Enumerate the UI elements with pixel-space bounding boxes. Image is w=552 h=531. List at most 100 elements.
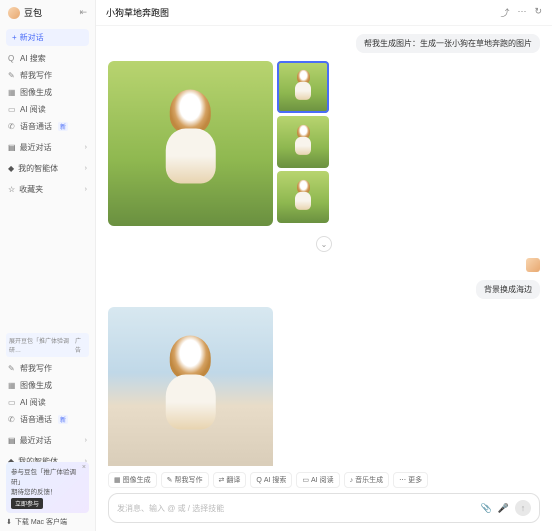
chip-label: 帮我写作 bbox=[175, 475, 203, 485]
generated-image-beach[interactable] bbox=[108, 307, 273, 466]
app-title: 豆包 bbox=[24, 6, 42, 19]
item-icon: Q bbox=[8, 54, 16, 63]
sidebar-item[interactable]: ▤最近对话› bbox=[0, 139, 95, 156]
chevron-right-icon: › bbox=[85, 165, 87, 172]
skill-chip[interactable]: ▭AI 阅读 bbox=[296, 472, 339, 488]
item-label: AI 阅读 bbox=[20, 397, 46, 408]
user-message-2: 背景换成海边 bbox=[108, 280, 540, 299]
item-icon: ✎ bbox=[8, 71, 16, 80]
skill-chip[interactable]: ⇄翻译 bbox=[213, 472, 247, 488]
chip-icon: ♪ bbox=[350, 477, 354, 484]
item-icon: ▭ bbox=[8, 105, 16, 114]
promo-button[interactable]: 立即参与 bbox=[11, 498, 43, 509]
chip-label: 更多 bbox=[408, 475, 422, 485]
sidebar-item[interactable]: ✎ 帮我写作 bbox=[0, 360, 95, 377]
share-icon[interactable]: ⤴ bbox=[500, 6, 509, 19]
download-icon: ⬇ bbox=[6, 518, 12, 526]
user-bubble: 帮我生成图片：生成一张小狗在草地奔跑的图片 bbox=[356, 34, 540, 53]
sidebar-item[interactable]: ✎ 帮我写作 bbox=[0, 67, 95, 84]
top-icons: ⤴ ⋯ ↻ bbox=[500, 6, 542, 19]
chip-icon: ▦ bbox=[114, 476, 121, 484]
chat-area: 帮我生成图片：生成一张小狗在草地奔跑的图片 ⌄ 背景换成海边 ⎘ ⬇ ✂ ↻ bbox=[96, 26, 552, 466]
item-label: 帮我写作 bbox=[20, 363, 52, 374]
skill-chip[interactable]: ▦图像生成 bbox=[108, 472, 157, 488]
chevron-right-icon: › bbox=[85, 144, 87, 151]
collapse-icon[interactable]: ⇤ bbox=[79, 7, 87, 18]
user-message: 帮我生成图片：生成一张小狗在草地奔跑的图片 bbox=[108, 34, 540, 53]
chip-icon: ✎ bbox=[167, 476, 173, 484]
user-avatar-small bbox=[526, 258, 540, 272]
ad-text: 展开豆包「推广体验调研… bbox=[9, 336, 75, 354]
ad-flag: 广告 bbox=[75, 336, 86, 354]
user-message-2-row bbox=[108, 258, 540, 272]
item-icon: ☆ bbox=[8, 185, 15, 194]
item-label: 帮我写作 bbox=[20, 70, 52, 81]
page-title: 小狗草地奔跑图 bbox=[106, 6, 169, 19]
sidebar-ad[interactable]: 展开豆包「推广体验调研… 广告 bbox=[6, 333, 89, 357]
chip-icon: ▭ bbox=[302, 476, 309, 484]
item-icon: ◆ bbox=[8, 164, 14, 173]
skill-chip[interactable]: ✎帮我写作 bbox=[161, 472, 209, 488]
item-icon: ▦ bbox=[8, 381, 16, 390]
thumbnail-2[interactable] bbox=[277, 116, 329, 168]
sidebar-item[interactable]: Q AI 搜索 bbox=[0, 50, 95, 67]
top-bar: 小狗草地奔跑图 ⤴ ⋯ ↻ bbox=[96, 0, 552, 26]
input-box: 📎 🎤 ↑ bbox=[108, 493, 540, 523]
chip-label: AI 搜索 bbox=[264, 475, 287, 485]
item-icon: ✆ bbox=[8, 122, 16, 131]
sidebar: 豆包 ⇤ + 新对话 QAI 搜索✎帮我写作▦图像生成▭AI 阅读✆语音通话新 … bbox=[0, 0, 96, 531]
skill-chips: ▦图像生成✎帮我写作⇄翻译QAI 搜索▭AI 阅读♪音乐生成⋯更多 bbox=[108, 472, 540, 488]
sidebar-item[interactable]: ▦ 图像生成 bbox=[0, 377, 95, 394]
sidebar-item[interactable]: ◆ 我的智能体 › bbox=[0, 160, 95, 177]
sidebar-item[interactable]: ☆收藏夹› bbox=[0, 181, 95, 198]
item-label: 我的智能体 bbox=[18, 163, 58, 174]
chevron-right-icon: › bbox=[85, 437, 87, 444]
chip-label: 翻译 bbox=[226, 475, 240, 485]
chevron-down-icon[interactable]: ⌄ bbox=[316, 236, 332, 252]
sidebar-bottom: × 参与豆包「推广体验调研」 期待您的反馈！ 立即参与 ⬇ 下载 Mac 客户端 bbox=[0, 458, 95, 531]
sidebar-item[interactable]: ▦ 图像生成 bbox=[0, 84, 95, 101]
thumbnail-1[interactable] bbox=[277, 61, 329, 113]
main: 小狗草地奔跑图 ⤴ ⋯ ↻ 帮我生成图片：生成一张小狗在草地奔跑的图片 ⌄ 背景… bbox=[96, 0, 552, 531]
divider: ⌄ bbox=[108, 236, 540, 252]
item-icon: ✎ bbox=[8, 364, 16, 373]
new-chat-button[interactable]: + 新对话 bbox=[6, 29, 89, 46]
chip-icon: Q bbox=[256, 477, 261, 484]
input-icons: 📎 🎤 ↑ bbox=[481, 500, 531, 516]
sidebar-header: 豆包 ⇤ bbox=[0, 0, 95, 25]
skill-chip[interactable]: ♪音乐生成 bbox=[344, 472, 390, 488]
send-button[interactable]: ↑ bbox=[515, 500, 531, 516]
item-label: AI 阅读 bbox=[20, 104, 46, 115]
promo-line1: 参与豆包「推广体验调研」 bbox=[11, 466, 84, 486]
avatar[interactable] bbox=[8, 7, 20, 19]
sidebar-item[interactable]: ▭AI 阅读 bbox=[0, 394, 95, 411]
more-icon[interactable]: ⋯ bbox=[517, 6, 526, 19]
bottom-bar: ▦图像生成✎帮我写作⇄翻译QAI 搜索▭AI 阅读♪音乐生成⋯更多 📎 🎤 ↑ bbox=[96, 466, 552, 531]
skill-chip[interactable]: QAI 搜索 bbox=[250, 472, 292, 488]
item-icon: ▦ bbox=[8, 88, 16, 97]
chip-label: 图像生成 bbox=[123, 475, 151, 485]
promo-line2: 期待您的反馈！ bbox=[11, 486, 84, 496]
new-chat-label: 新对话 bbox=[20, 32, 44, 43]
download-link[interactable]: ⬇ 下载 Mac 客户端 bbox=[6, 517, 89, 527]
skill-chip[interactable]: ⋯更多 bbox=[393, 472, 428, 488]
sidebar-item[interactable]: ✆语音通话新 bbox=[0, 411, 95, 428]
promo-card[interactable]: × 参与豆包「推广体验调研」 期待您的反馈！ 立即参与 bbox=[6, 462, 89, 513]
item-label: AI 搜索 bbox=[20, 53, 46, 64]
item-icon: ▤ bbox=[8, 436, 16, 445]
item-label: 图像生成 bbox=[20, 87, 52, 98]
mic-icon[interactable]: 🎤 bbox=[498, 503, 509, 514]
close-icon[interactable]: × bbox=[82, 464, 86, 471]
item-label: 最近对话 bbox=[20, 142, 52, 153]
sidebar-item[interactable]: ▭ AI 阅读 bbox=[0, 101, 95, 118]
history-icon[interactable]: ↻ bbox=[534, 6, 542, 19]
item-label: 图像生成 bbox=[20, 380, 52, 391]
item-label: 语音通话 bbox=[20, 414, 52, 425]
sidebar-item[interactable]: ▤最近对话› bbox=[0, 432, 95, 449]
item-icon: ✆ bbox=[8, 415, 16, 424]
generated-image-main[interactable] bbox=[108, 61, 273, 226]
thumbnail-3[interactable] bbox=[277, 171, 329, 223]
sidebar-item[interactable]: ✆语音通话新 bbox=[0, 118, 95, 135]
attach-icon[interactable]: 📎 bbox=[481, 503, 492, 514]
message-input[interactable] bbox=[117, 504, 481, 513]
